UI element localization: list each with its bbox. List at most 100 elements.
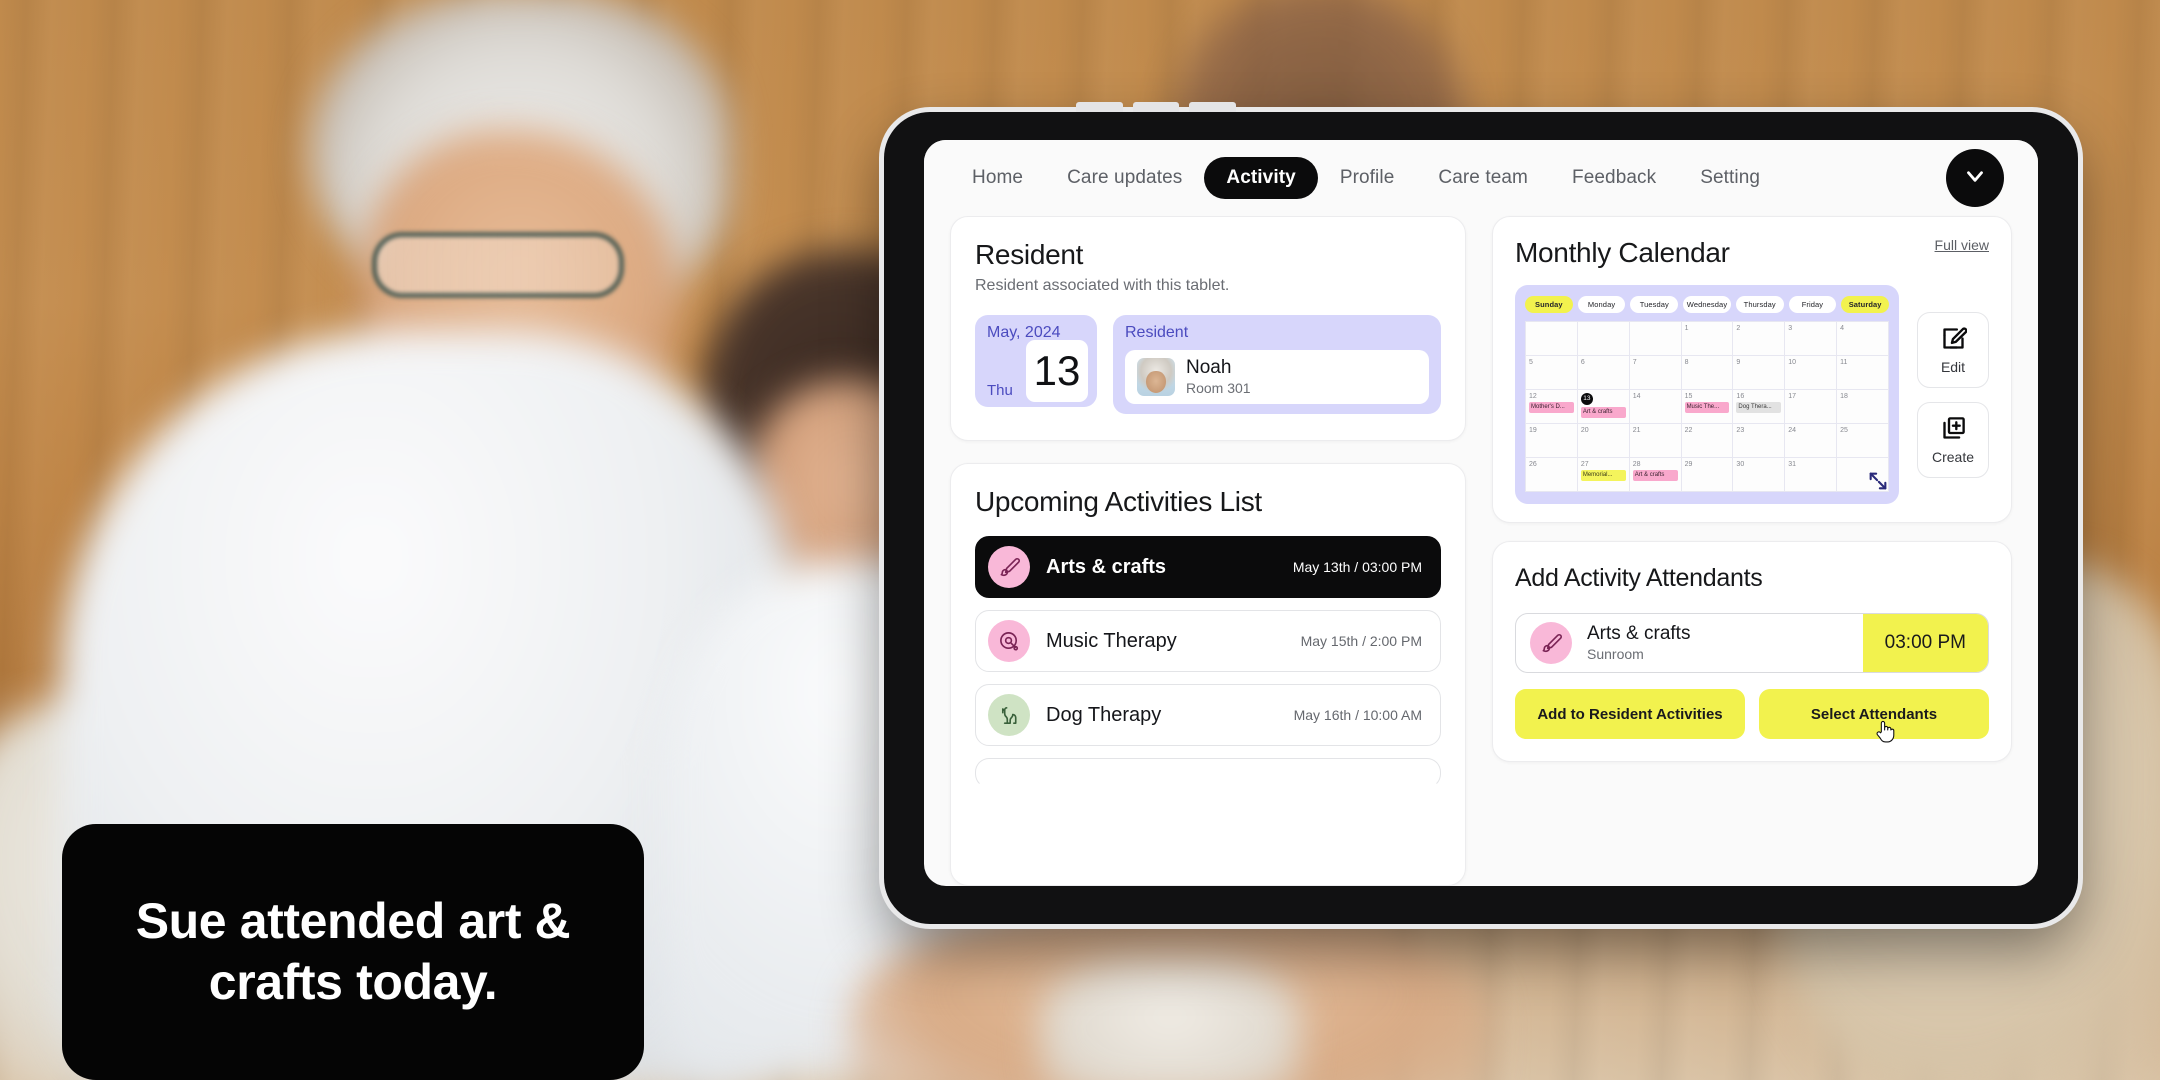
calendar-cell-day-12[interactable]: 12 Mother's D...	[1526, 390, 1578, 424]
nav-item-home[interactable]: Home	[950, 158, 1045, 198]
tablet-button-3	[1189, 102, 1237, 112]
edit-button[interactable]: Edit	[1917, 311, 1989, 388]
attendant-activity-row[interactable]: Arts & crafts Sunroom 03:00 PM	[1515, 613, 1989, 673]
calendar-event[interactable]: Dog Thera...	[1736, 402, 1782, 413]
activity-list-item-partial[interactable]	[975, 758, 1441, 788]
calendar-event[interactable]: Art & crafts	[1580, 407, 1626, 418]
calendar-event[interactable]: Memorial...	[1580, 470, 1626, 481]
calendar-day-number: 27	[1580, 461, 1589, 468]
calendar-cell-day-20[interactable]: 20	[1577, 424, 1630, 458]
calendar-day-number: 23	[1736, 427, 1745, 434]
calendar-cell-day-24[interactable]: 24	[1785, 424, 1838, 458]
expand-diagonal-icon[interactable]	[1867, 470, 1889, 492]
add-to-resident-activities-button[interactable]: Add to Resident Activities	[1515, 689, 1745, 739]
calendar-header: Monthly Calendar Full view	[1515, 237, 1989, 269]
nav-item-care-team[interactable]: Care team	[1416, 158, 1550, 198]
calendar-event[interactable]: Art & crafts	[1632, 470, 1678, 481]
create-button[interactable]: Create	[1917, 401, 1989, 478]
full-view-link[interactable]: Full view	[1935, 237, 1989, 253]
upcoming-activities-title: Upcoming Activities List	[975, 486, 1262, 517]
calendar-cell-day-6[interactable]: 6	[1577, 356, 1630, 390]
add-activity-attendants-card: Add Activity Attendants Arts & crafts Su…	[1492, 541, 2012, 762]
caption-text: Sue attended art & crafts today.	[135, 893, 571, 1010]
calendar-cell-day-29[interactable]: 29	[1681, 458, 1734, 492]
caption-overlay: Sue attended art & crafts today.	[62, 824, 644, 1080]
calendar-dow-sunday: Sunday	[1525, 296, 1573, 313]
calendar-cell-day-18[interactable]: 18	[1837, 390, 1889, 424]
calendar-cell-day-27[interactable]: 27 Memorial...	[1577, 458, 1630, 492]
resident-person-chip[interactable]: Noah Room 301	[1125, 350, 1429, 404]
calendar-dow-tuesday: Tuesday	[1630, 296, 1679, 313]
calendar-cell-day-9[interactable]: 9	[1733, 356, 1786, 390]
calendar-day-number: 1	[1684, 325, 1689, 332]
tablet-hardware-buttons	[1076, 102, 1237, 112]
calendar-event[interactable]: Music The...	[1684, 402, 1730, 413]
attendant-activity-time[interactable]: 03:00 PM	[1862, 614, 1988, 672]
calendar-cell-day-16[interactable]: 16 Dog Thera...	[1733, 390, 1786, 424]
nav-item-care-updates[interactable]: Care updates	[1045, 158, 1204, 198]
calendar-cell-day-17[interactable]: 17	[1785, 390, 1838, 424]
calendar-day-number: 28	[1632, 461, 1641, 468]
calendar-cell-day-11[interactable]: 11	[1837, 356, 1889, 390]
calendar-cell-day-2[interactable]: 2	[1733, 322, 1786, 356]
nav-item-profile[interactable]: Profile	[1318, 158, 1417, 198]
collapse-button[interactable]	[1946, 149, 2004, 207]
calendar-day-number: 21	[1632, 427, 1641, 434]
calendar-cell-day-4[interactable]: 4	[1837, 322, 1889, 356]
activity-time: May 13th / 03:00 PM	[1292, 559, 1422, 575]
calendar-cell-day-5[interactable]: 5	[1526, 356, 1578, 390]
calendar-cell-day-19[interactable]: 19	[1526, 424, 1578, 458]
activity-name: Dog Therapy	[1046, 703, 1162, 726]
calendar-cell-day-10[interactable]: 10	[1785, 356, 1838, 390]
dog-icon	[988, 694, 1030, 736]
calendar-dow-friday: Friday	[1788, 296, 1837, 313]
resident-person-text: Noah Room 301	[1186, 357, 1251, 397]
resident-card-title: Resident	[975, 239, 1084, 270]
calendar-cell-day-28[interactable]: 28 Art & crafts	[1629, 458, 1682, 492]
date-day-number: 13	[1026, 340, 1088, 402]
foreground-table	[1040, 960, 1300, 1080]
activity-time: May 16th / 10:00 AM	[1293, 707, 1422, 723]
activity-list-item[interactable]: Dog Therapy May 16th / 10:00 AM	[975, 684, 1441, 746]
tablet-button-2	[1132, 102, 1180, 112]
attendant-action-buttons: Add to Resident Activities Select Attenda…	[1515, 689, 1989, 743]
calendar-day-number: 13	[1580, 393, 1593, 405]
calendar-cell-day-8[interactable]: 8	[1681, 356, 1734, 390]
attendants-title: Add Activity Attendants	[1515, 564, 1763, 592]
calendar-day-number: 6	[1580, 359, 1585, 366]
date-badge[interactable]: May, 2024 Thu 13	[975, 315, 1097, 407]
calendar-cell-day-21[interactable]: 21	[1629, 424, 1682, 458]
nav-item-list: Home Care updates Activity Profile Care team…	[950, 157, 1946, 199]
calendar-widget[interactable]: Sunday Monday Tuesday Wednesday Thursday Frid…	[1515, 285, 1899, 504]
calendar-day-number: 5	[1529, 359, 1533, 366]
calendar-cell-day-31[interactable]: 31	[1785, 458, 1838, 492]
nav-item-feedback[interactable]: Feedback	[1550, 158, 1678, 198]
calendar-grid[interactable]: 1 2 3 4 5 6 7 8 9 10 11 12 Mother's D... 13 Art & craf…	[1525, 321, 1889, 492]
attendant-activity-info: Arts & crafts Sunroom	[1516, 614, 1863, 672]
calendar-cell-day-25[interactable]: 25	[1837, 424, 1889, 458]
calendar-day-number: 2	[1736, 325, 1741, 332]
calendar-cell-day-3[interactable]: 3	[1785, 322, 1838, 356]
nav-item-activity[interactable]: Activity	[1204, 157, 1318, 199]
calendar-cell-day-13[interactable]: 13 Art & crafts	[1577, 390, 1630, 424]
add-square-plus-icon	[1940, 415, 1967, 445]
calendar-cell-day-26[interactable]: 26	[1526, 458, 1578, 492]
tablet-screen: Home Care updates Activity Profile Care team…	[924, 140, 2038, 886]
calendar-dow-monday: Monday	[1577, 296, 1626, 313]
calendar-event[interactable]: Mother's D...	[1529, 402, 1574, 413]
activity-name: Music Therapy	[1046, 629, 1177, 652]
calendar-day-number: 20	[1580, 427, 1589, 434]
calendar-cell-day-7[interactable]: 7	[1629, 356, 1682, 390]
calendar-cell-day-14[interactable]: 14	[1629, 390, 1682, 424]
calendar-day-number: 11	[1840, 359, 1848, 366]
resident-selector[interactable]: Resident Noah Room 301	[1113, 315, 1441, 414]
calendar-cell-day-30[interactable]: 30	[1733, 458, 1786, 492]
nav-item-setting[interactable]: Setting	[1678, 158, 1782, 198]
activity-list-item[interactable]: Arts & crafts May 13th / 03:00 PM	[975, 536, 1441, 598]
select-attendants-button[interactable]: Select Attendants	[1759, 689, 1989, 743]
calendar-cell-day-22[interactable]: 22	[1681, 424, 1734, 458]
calendar-cell-day-1[interactable]: 1	[1681, 322, 1734, 356]
calendar-cell-day-15[interactable]: 15 Music The...	[1681, 390, 1734, 424]
calendar-cell-day-23[interactable]: 23	[1733, 424, 1786, 458]
activity-list-item[interactable]: Music Therapy May 15th / 2:00 PM	[975, 610, 1441, 672]
